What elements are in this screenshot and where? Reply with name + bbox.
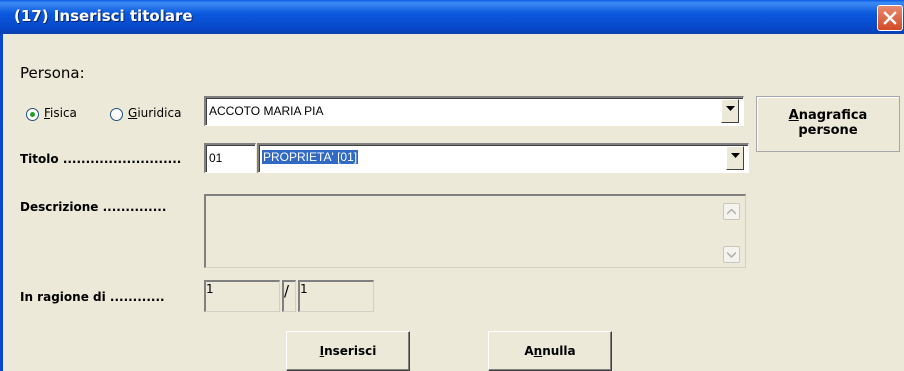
- titolo-label: Titolo ..........................: [20, 152, 182, 166]
- label-text: nserisci: [324, 344, 377, 358]
- ragione-denominator-value: 1: [300, 282, 308, 296]
- titolo-code-field[interactable]: 01: [204, 143, 256, 173]
- radio-giuridica-label[interactable]: Giuridica: [128, 106, 181, 120]
- radio-giuridica[interactable]: [110, 108, 123, 121]
- titolo-code-value: 01: [209, 151, 223, 165]
- titolo-dropdown-button[interactable]: [726, 146, 744, 170]
- close-button[interactable]: [877, 5, 903, 31]
- titolo-selected-value: PROPRIETA' [01]: [260, 149, 360, 165]
- scroll-up-button[interactable]: [723, 203, 740, 220]
- label-text: isica: [50, 106, 77, 120]
- ragione-separator-box: /: [282, 280, 296, 312]
- accel-key: G: [128, 106, 138, 120]
- ragione-numerator-field[interactable]: 1: [204, 280, 280, 312]
- accel-key: A: [788, 108, 799, 123]
- anagrafica-line1: Anagrafica: [757, 108, 899, 123]
- chevron-up-icon: [727, 209, 736, 215]
- ragione-denominator-field[interactable]: 1: [298, 280, 374, 312]
- label-text: nagrafica: [798, 108, 868, 123]
- label-text: A: [524, 344, 534, 358]
- radio-selected-dot: [30, 112, 35, 117]
- window-frame-left: [0, 34, 3, 371]
- descrizione-textarea[interactable]: [204, 194, 746, 268]
- scroll-down-button[interactable]: [723, 246, 740, 263]
- chevron-down-icon: [726, 106, 735, 111]
- label-text: nulla: [542, 344, 576, 358]
- anagrafica-persone-button[interactable]: Anagrafica persone: [756, 96, 900, 152]
- ragione-numerator-value: 1: [206, 282, 214, 296]
- window-title: (17) Inserisci titolare: [14, 7, 193, 25]
- accel-key: n: [533, 344, 543, 358]
- titolo-combo[interactable]: PROPRIETA' [01]: [257, 143, 749, 173]
- radio-fisica-label[interactable]: Fisica: [44, 106, 77, 120]
- chevron-down-icon: [727, 252, 736, 258]
- close-icon: [883, 11, 897, 25]
- radio-fisica[interactable]: [26, 108, 39, 121]
- anagrafica-line2: persone: [798, 123, 858, 138]
- chevron-down-icon: [731, 153, 740, 158]
- persona-value: ACCOTO MARIA PIA: [209, 104, 324, 118]
- persona-dropdown-button[interactable]: [721, 99, 739, 123]
- ragione-label: In ragione di ............: [20, 290, 165, 304]
- label-text: iuridica: [137, 106, 182, 120]
- descrizione-label: Descrizione ..............: [20, 200, 167, 214]
- inserisci-button[interactable]: Inserisci: [286, 331, 410, 371]
- annulla-button[interactable]: Annulla: [488, 331, 612, 371]
- persona-combo[interactable]: ACCOTO MARIA PIA: [204, 96, 744, 126]
- title-bar[interactable]: (17) Inserisci titolare: [0, 0, 904, 34]
- ragione-separator: /: [284, 282, 290, 300]
- persona-heading: Persona:: [20, 64, 85, 82]
